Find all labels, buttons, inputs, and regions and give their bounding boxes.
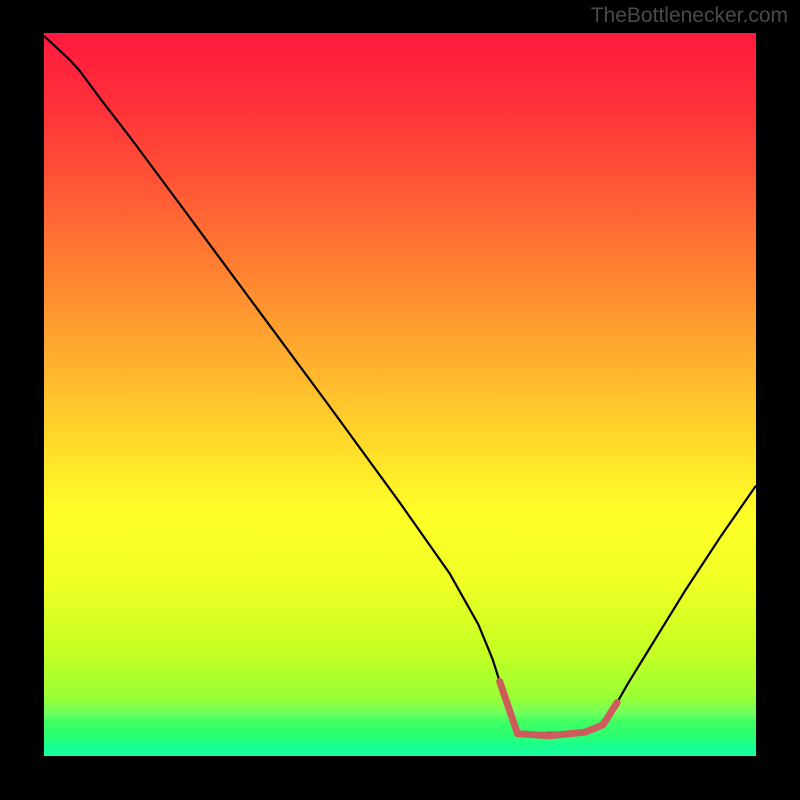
watermark-text: TheBottlenecker.com (591, 4, 788, 28)
chart-container (44, 33, 756, 756)
bottleneck-curve-chart (44, 33, 756, 756)
